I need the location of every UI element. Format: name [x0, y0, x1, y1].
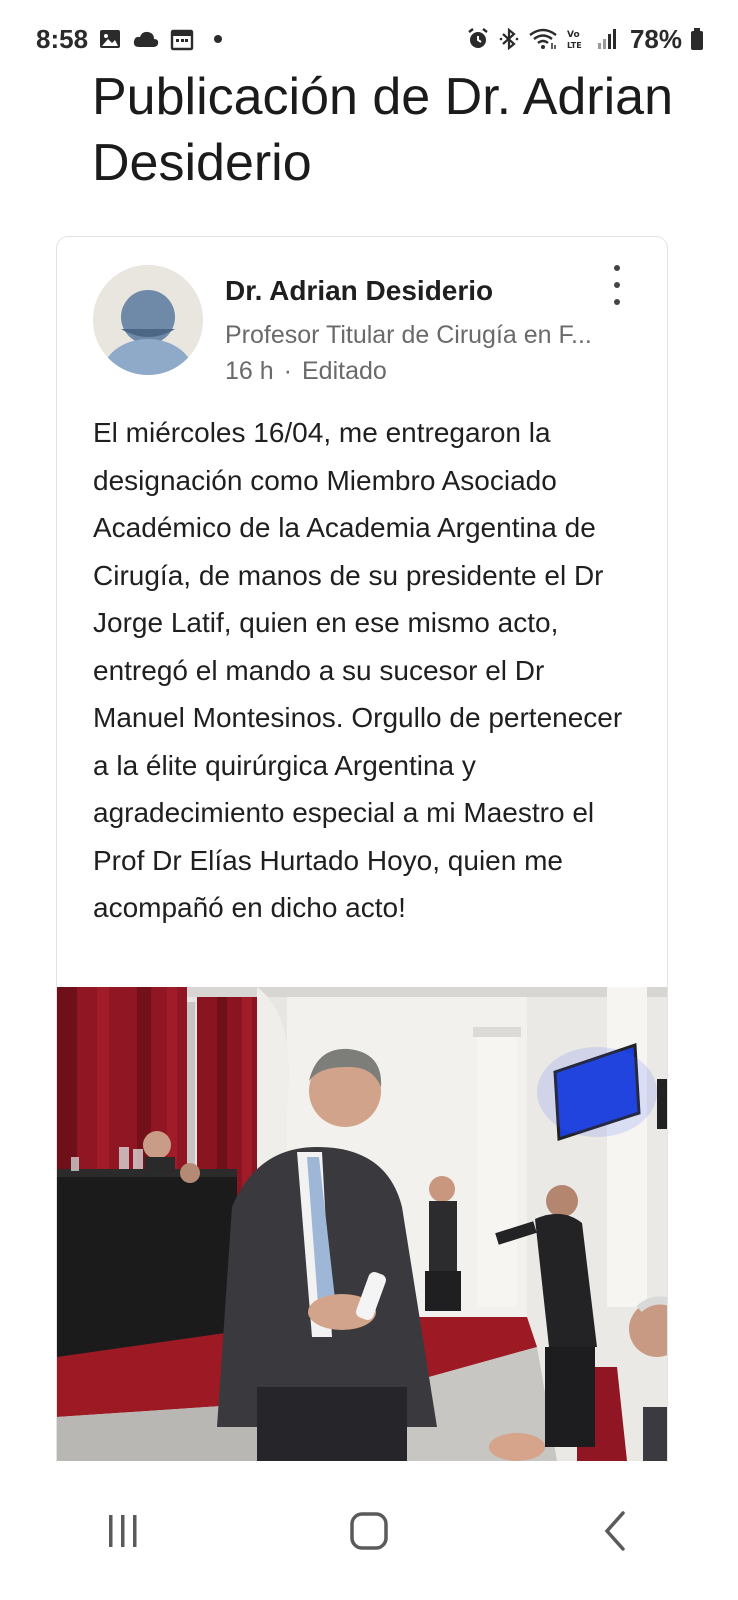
recent-apps-button[interactable]: [83, 1491, 163, 1571]
alarm-icon: [466, 27, 490, 51]
post-meta: 16 h · Editado: [225, 357, 387, 386]
bluetooth-icon: [498, 27, 520, 51]
post-edited-label: Editado: [302, 357, 387, 385]
author-headline: Profesor Titular de Cirugía en F...: [225, 321, 592, 349]
back-button[interactable]: [575, 1491, 655, 1571]
status-time: 8:58: [36, 23, 89, 54]
wifi-icon: [528, 27, 558, 51]
home-icon: [350, 1512, 388, 1550]
page-title: Publicación de Dr. Adrian Desiderio: [92, 68, 674, 192]
status-bar-right: Vo LTE 78%: [466, 24, 704, 55]
home-button[interactable]: [329, 1491, 409, 1571]
svg-text:LTE: LTE: [567, 41, 582, 50]
volte-icon: Vo LTE: [566, 27, 588, 51]
calendar-icon: [170, 27, 194, 51]
more-dot-icon: [614, 299, 620, 305]
meta-separator: ·: [283, 357, 292, 385]
gallery-icon: [98, 27, 122, 51]
more-dot-icon: [614, 282, 620, 288]
more-options-button[interactable]: [605, 265, 629, 305]
battery-icon: [690, 27, 704, 51]
post-text: El miércoles 16/04, me entregaron la des…: [93, 417, 623, 923]
post-time: 16 h: [225, 357, 274, 385]
cloud-icon: [132, 27, 160, 51]
avatar-placeholder-icon: [93, 265, 203, 375]
status-bar-left: 8:58: [36, 23, 223, 55]
avatar[interactable]: [93, 265, 203, 375]
navigation-bar: [0, 1462, 738, 1600]
back-icon: [604, 1511, 625, 1551]
signal-icon: [596, 27, 618, 51]
post-photo[interactable]: [57, 987, 667, 1461]
battery-percentage: 78%: [629, 23, 682, 54]
more-dot-icon: [614, 265, 620, 271]
recent-apps-icon: [109, 1515, 137, 1547]
svg-text:Vo: Vo: [567, 30, 580, 40]
author-name[interactable]: Dr. Adrian Desiderio: [225, 275, 493, 307]
post-card: Dr. Adrian Desiderio Profesor Titular de…: [56, 236, 668, 1476]
dot-icon: [214, 35, 223, 43]
screen: 8:58 Vo LTE 78% Publicación de Dr. Adria…: [0, 0, 738, 1600]
post-photo-image: [57, 987, 667, 1461]
